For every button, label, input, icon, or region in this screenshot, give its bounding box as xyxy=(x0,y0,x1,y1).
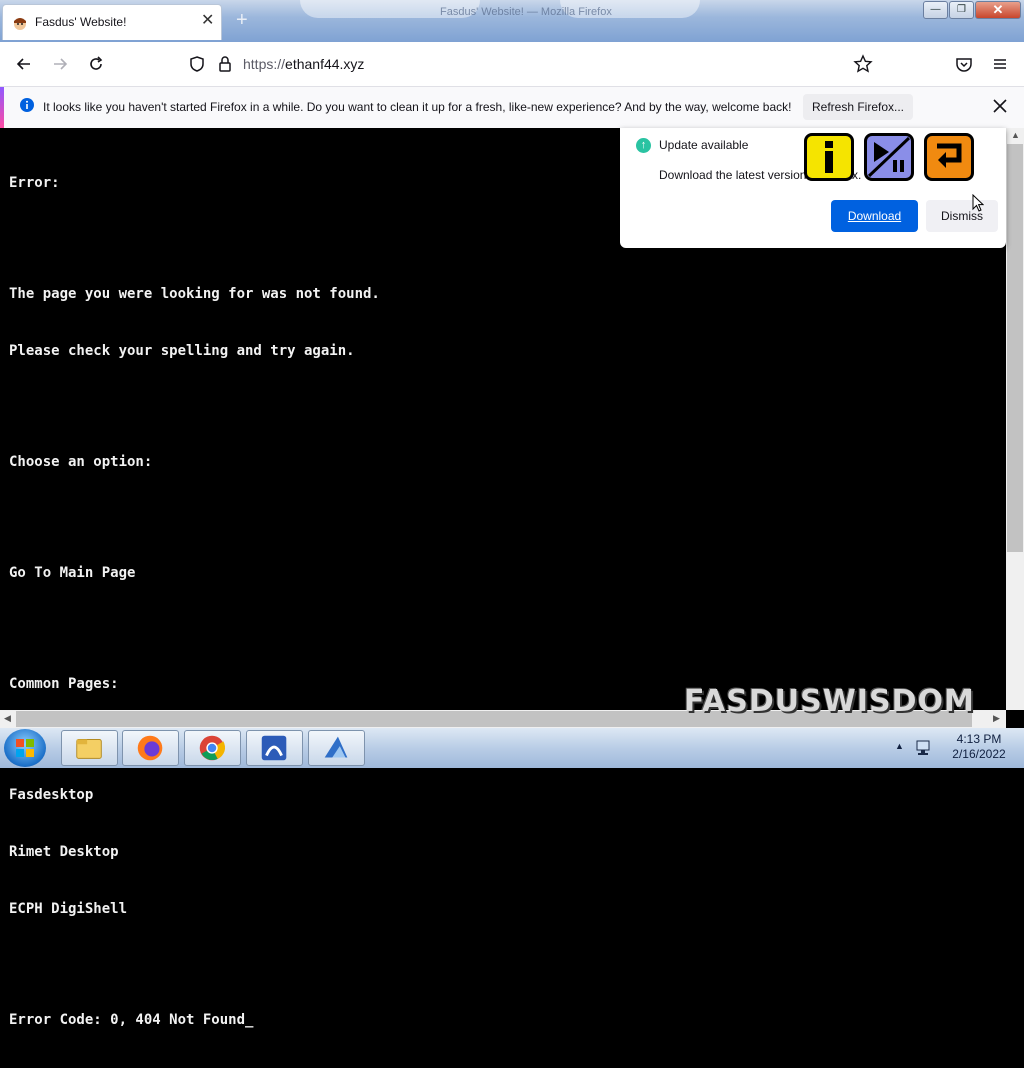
info-icon xyxy=(20,98,34,112)
reload-icon[interactable] xyxy=(86,54,106,74)
start-button[interactable] xyxy=(4,729,46,767)
forward-icon[interactable] xyxy=(50,54,70,74)
bookmark-star-icon[interactable] xyxy=(853,54,873,74)
error-message-line-2: Please check your spelling and try again… xyxy=(9,343,355,359)
close-notification-icon[interactable] xyxy=(990,96,1010,116)
url-bar[interactable]: https://ethanf44.xyz xyxy=(243,56,364,72)
site-favicon-icon xyxy=(14,18,26,30)
error-message-line-1: The page you were looking for was not fo… xyxy=(9,286,380,302)
firefox-icon xyxy=(137,735,163,761)
window-title: Fasdus' Website! — Mozilla Firefox xyxy=(440,6,612,18)
minimize-button[interactable]: — xyxy=(923,1,948,19)
main-page-link[interactable]: Go To Main Page xyxy=(9,564,380,583)
restore-button[interactable]: ❐ xyxy=(949,1,974,19)
title-bar: Fasdus' Website! ✕ + Fasdus' Website! — … xyxy=(0,0,1024,42)
dismiss-button[interactable]: Dismiss xyxy=(926,200,998,232)
menu-icon[interactable] xyxy=(990,54,1010,74)
watermark: FASDUSWISDOM xyxy=(684,684,975,719)
app-icon xyxy=(261,735,287,761)
app-button[interactable] xyxy=(246,730,303,766)
rimet-desktop-link[interactable]: Rimet Desktop xyxy=(9,843,380,862)
common-pages-label: Common Pages: xyxy=(9,676,119,692)
back-icon[interactable] xyxy=(14,54,34,74)
error-code: Error Code: 0, 404 Not Found_ xyxy=(9,1012,254,1028)
navigation-bar: https://ethanf44.xyz xyxy=(0,42,1024,86)
refresh-firefox-button[interactable]: Refresh Firefox... xyxy=(803,94,913,120)
tab-title: Fasdus' Website! xyxy=(35,15,127,29)
terminal-text: Error: The page you were looking for was… xyxy=(9,136,380,1068)
update-description: Download the latest version xyxy=(659,168,807,182)
url-scheme: https:// xyxy=(243,56,286,72)
network-icon[interactable] xyxy=(914,739,932,757)
return-icon xyxy=(924,133,974,181)
vertical-scroll-thumb[interactable] xyxy=(1007,144,1023,552)
clock-date: 2/16/2022 xyxy=(952,747,1006,761)
scroll-up-icon[interactable]: ▲ xyxy=(1011,130,1020,140)
file-explorer-button[interactable] xyxy=(61,730,118,766)
ecph-digishell-link[interactable]: ECPH DigiShell xyxy=(9,900,380,919)
browser-tab[interactable]: Fasdus' Website! ✕ xyxy=(2,4,222,40)
tracking-protection-shield-icon[interactable] xyxy=(187,54,207,74)
scroll-left-icon[interactable]: ◀ xyxy=(4,713,11,724)
chrome-button[interactable] xyxy=(184,730,241,766)
update-arrow-icon: ↑ xyxy=(636,138,651,153)
clock-time: 4:13 PM xyxy=(956,732,1002,746)
url-host: ethanf44.xyz xyxy=(285,56,365,72)
download-button[interactable]: Download xyxy=(831,200,918,232)
lock-icon[interactable] xyxy=(215,54,235,74)
show-hidden-icons-icon[interactable]: ▲ xyxy=(895,741,904,751)
app-icon-2 xyxy=(324,736,348,758)
pocket-icon[interactable] xyxy=(954,54,974,74)
fasdesktop-link[interactable]: Fasdesktop xyxy=(9,786,380,805)
notification-bar: It looks like you haven't started Firefo… xyxy=(0,86,1024,128)
play-pause-icon xyxy=(864,133,914,181)
mouse-cursor-icon xyxy=(972,194,984,212)
error-heading: Error: xyxy=(9,175,60,191)
firefox-button[interactable] xyxy=(122,730,179,766)
notification-message: It looks like you haven't started Firefo… xyxy=(43,100,792,114)
chrome-icon xyxy=(199,735,226,761)
info-icon xyxy=(804,133,854,181)
system-clock[interactable]: 4:13 PM 2/16/2022 xyxy=(944,732,1014,762)
file-explorer-icon xyxy=(76,739,102,759)
notification-accent xyxy=(0,87,4,128)
choose-option-label: Choose an option: xyxy=(9,454,153,470)
app-button-2[interactable] xyxy=(308,730,365,766)
taskbar: ▲ 4:13 PM 2/16/2022 xyxy=(0,728,1024,768)
new-tab-button[interactable]: + xyxy=(236,10,248,30)
windows-logo-icon xyxy=(16,739,34,757)
close-tab-icon[interactable]: ✕ xyxy=(201,13,214,29)
close-window-button[interactable]: ✕ xyxy=(975,1,1021,19)
update-title: Update available xyxy=(659,138,749,152)
vertical-scrollbar[interactable]: ▲ xyxy=(1006,128,1024,710)
scroll-right-icon[interactable]: ▶ xyxy=(993,713,1000,724)
